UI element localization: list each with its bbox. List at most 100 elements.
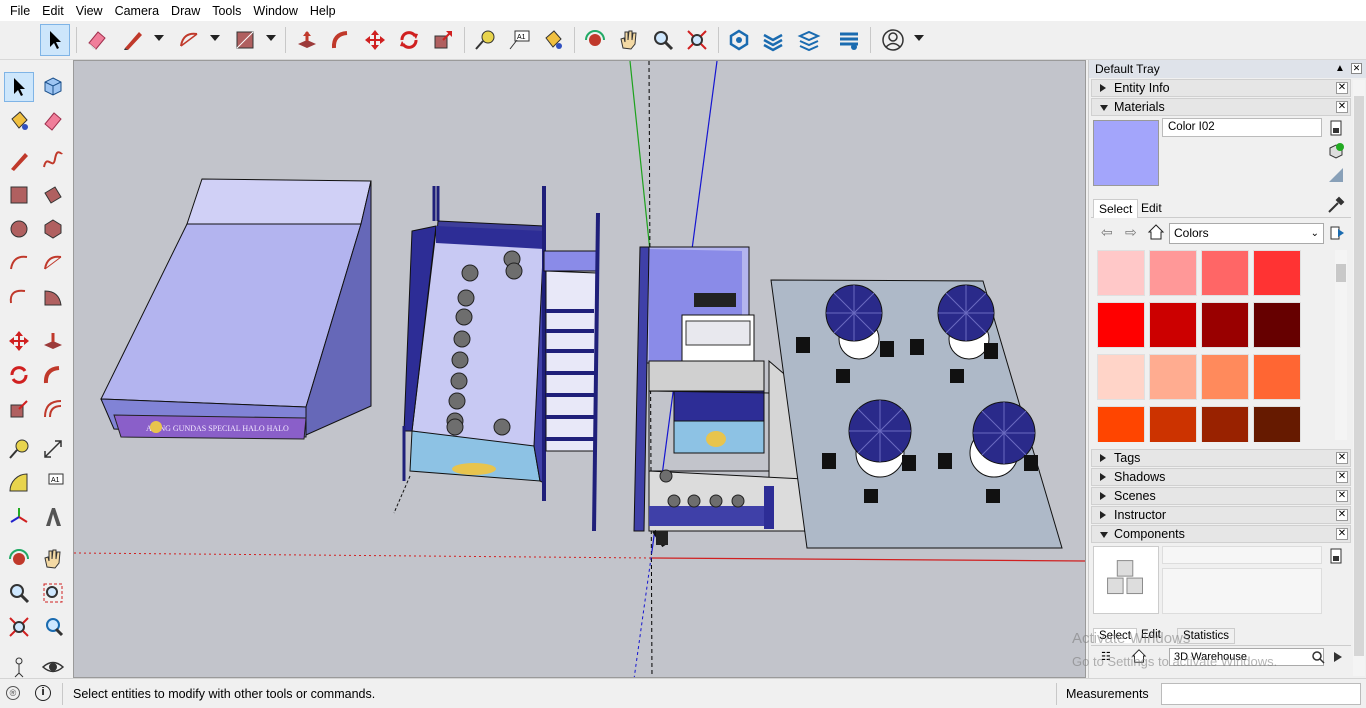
- zoom-icon[interactable]: [648, 24, 678, 56]
- circle-icon[interactable]: [4, 214, 34, 244]
- account-dropdown-icon[interactable]: [914, 35, 924, 41]
- rotated-rectangle-icon[interactable]: [38, 180, 68, 210]
- offset-icon[interactable]: [38, 394, 68, 424]
- orbit-icon[interactable]: [580, 24, 610, 56]
- account-icon[interactable]: [878, 24, 908, 56]
- panel-materials[interactable]: Materials ✕: [1091, 98, 1351, 116]
- tray-scrollbar[interactable]: [1353, 80, 1365, 676]
- scale-icon[interactable]: [4, 394, 34, 424]
- freehand-icon[interactable]: [38, 146, 68, 176]
- tape-measure-icon[interactable]: [4, 434, 34, 464]
- swatch[interactable]: [1253, 302, 1301, 348]
- swatch[interactable]: [1097, 354, 1145, 400]
- close-icon[interactable]: ✕: [1336, 509, 1348, 521]
- arc-icon[interactable]: [4, 248, 34, 278]
- rectangle-icon[interactable]: [4, 180, 34, 210]
- home-icon[interactable]: [1147, 223, 1165, 241]
- swatch[interactable]: [1149, 302, 1197, 348]
- close-icon[interactable]: ✕: [1336, 101, 1348, 113]
- menu-window[interactable]: Window: [247, 4, 303, 18]
- drawing-viewport[interactable]: ALING GUNDAS SPECIAL HALO HALO: [73, 60, 1086, 678]
- back-icon[interactable]: ⇦: [1101, 224, 1113, 241]
- bar-building[interactable]: [393, 186, 600, 532]
- panel-shadows[interactable]: Shadows ✕: [1091, 468, 1351, 486]
- move-icon[interactable]: [4, 326, 34, 356]
- panel-entity-info[interactable]: Entity Info ✕: [1091, 79, 1351, 97]
- swatch[interactable]: [1201, 354, 1249, 400]
- default-material-icon[interactable]: [1327, 166, 1345, 184]
- tape-measure-icon[interactable]: [470, 24, 500, 56]
- axes-icon[interactable]: [4, 502, 34, 532]
- polygon-icon[interactable]: [38, 214, 68, 244]
- tab-edit[interactable]: Edit: [1137, 201, 1166, 215]
- swatch[interactable]: [1253, 406, 1301, 442]
- eraser-icon[interactable]: [38, 106, 68, 136]
- forward-icon[interactable]: ⇨: [1125, 224, 1137, 241]
- swatch-scrollbar[interactable]: [1335, 250, 1347, 440]
- material-name-field[interactable]: Color I02: [1162, 118, 1322, 137]
- box-building[interactable]: ALING GUNDAS SPECIAL HALO HALO: [100, 178, 372, 440]
- paint-bucket-icon[interactable]: [4, 106, 34, 136]
- swatch[interactable]: [1149, 250, 1197, 296]
- rotate-tool-icon[interactable]: [394, 24, 424, 56]
- close-icon[interactable]: ✕: [1336, 471, 1348, 483]
- details-arrow-icon[interactable]: [1331, 650, 1345, 664]
- text-icon[interactable]: A1: [38, 468, 68, 498]
- move-tool-icon[interactable]: [360, 24, 390, 56]
- swatch[interactable]: [1201, 406, 1249, 442]
- library-select[interactable]: Colors ⌄: [1169, 223, 1324, 244]
- protractor-icon[interactable]: [4, 468, 34, 498]
- panel-tags[interactable]: Tags ✕: [1091, 449, 1351, 467]
- menu-view[interactable]: View: [70, 4, 109, 18]
- dimension-icon[interactable]: [38, 434, 68, 464]
- two-point-arc-icon[interactable]: [38, 248, 68, 278]
- close-icon[interactable]: ✕: [1336, 452, 1348, 464]
- shape-dropdown-icon[interactable]: [266, 35, 276, 41]
- swatch[interactable]: [1097, 406, 1145, 442]
- panel-components[interactable]: Components ✕: [1091, 525, 1351, 543]
- display-secondary-icon[interactable]: [1329, 548, 1343, 564]
- follow-me-icon[interactable]: [326, 24, 356, 56]
- swatch[interactable]: [1253, 250, 1301, 296]
- swatch[interactable]: [1201, 302, 1249, 348]
- push-pull-icon[interactable]: [292, 24, 322, 56]
- swatch[interactable]: [1149, 354, 1197, 400]
- details-arrow-icon[interactable]: [1329, 224, 1345, 242]
- menu-draw[interactable]: Draw: [165, 4, 206, 18]
- select-tool-icon[interactable]: [40, 24, 70, 56]
- panel-instructor[interactable]: Instructor ✕: [1091, 506, 1351, 524]
- pin-icon[interactable]: ▲: [1335, 63, 1345, 74]
- extension-warehouse-icon[interactable]: [758, 24, 788, 56]
- swatch[interactable]: [1097, 302, 1145, 348]
- close-icon[interactable]: ✕: [1336, 528, 1348, 540]
- swatch[interactable]: [1253, 354, 1301, 400]
- text-tool-icon[interactable]: A1: [504, 24, 534, 56]
- pencil-line-icon[interactable]: [118, 24, 148, 56]
- extension-manager-icon[interactable]: [834, 24, 864, 56]
- eraser-icon[interactable]: [82, 24, 112, 56]
- 3d-text-icon[interactable]: [38, 502, 68, 532]
- patio-area[interactable]: [770, 279, 1063, 549]
- zoom-extents-icon[interactable]: [682, 24, 712, 56]
- line-tool-icon[interactable]: [4, 146, 34, 176]
- display-secondary-icon[interactable]: [1329, 120, 1343, 136]
- push-pull-icon[interactable]: [38, 326, 68, 356]
- arc-dropdown-icon[interactable]: [210, 35, 220, 41]
- tray-close-icon[interactable]: ✕: [1351, 63, 1362, 74]
- swatch[interactable]: [1201, 250, 1249, 296]
- rotate-icon[interactable]: [4, 360, 34, 390]
- component-description-field[interactable]: [1162, 568, 1322, 614]
- pie-icon[interactable]: [38, 282, 68, 312]
- select-arrow-icon[interactable]: [4, 72, 34, 102]
- make-component-icon[interactable]: [38, 72, 68, 102]
- previous-view-icon[interactable]: [38, 612, 68, 642]
- paint-bucket-icon[interactable]: [538, 24, 568, 56]
- close-icon[interactable]: ✕: [1336, 490, 1348, 502]
- scale-tool-icon[interactable]: [428, 24, 458, 56]
- create-material-icon[interactable]: [1327, 142, 1345, 160]
- menu-tools[interactable]: Tools: [206, 4, 247, 18]
- orbit-icon[interactable]: [4, 544, 34, 574]
- menu-help[interactable]: Help: [304, 4, 342, 18]
- component-name-field[interactable]: [1162, 546, 1322, 564]
- sample-paint-icon[interactable]: [1327, 196, 1345, 214]
